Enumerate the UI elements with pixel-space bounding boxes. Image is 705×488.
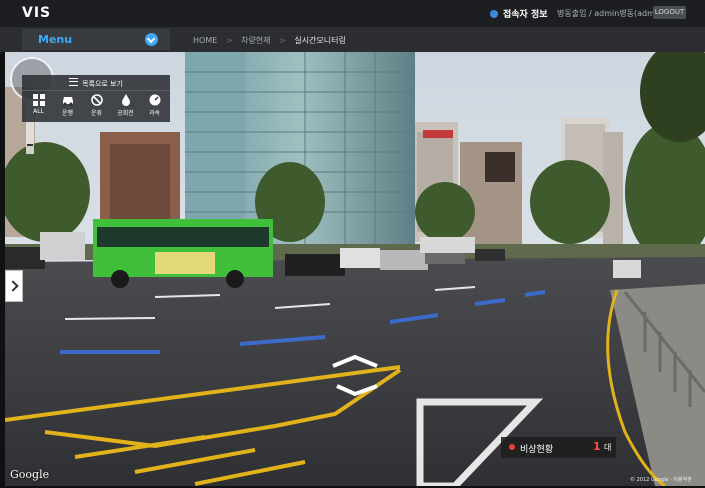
breadcrumb-separator: >: [225, 36, 233, 45]
filter-speeding-button[interactable]: 과속: [140, 94, 169, 121]
breadcrumb: HOME > 차량현재 > 실시간모니터링: [193, 35, 352, 46]
logout-button[interactable]: LOGOUT: [653, 6, 686, 19]
user-info-button[interactable]: 접속자 정보: [490, 7, 548, 20]
breadcrumb-separator: >: [279, 36, 286, 45]
user-icon: [490, 10, 498, 18]
nav-bar: Menu HOME > 차량현재 > 실시간모니터링: [0, 27, 705, 52]
menu-label: Menu: [38, 33, 73, 46]
breadcrumb-vehicle[interactable]: 차량현재: [241, 36, 270, 45]
alert-dot-icon: [509, 444, 515, 450]
left-panel-toggle[interactable]: [5, 270, 23, 302]
list-view-label: 목록으로 보기: [82, 80, 123, 88]
drop-icon: [121, 94, 130, 106]
top-bar: VIS 접속자 정보 병동출입 / admin병동(admin5) LOGOUT: [0, 0, 705, 27]
emergency-unit: 대: [604, 443, 612, 452]
filter-idle-button[interactable]: 운휴: [82, 94, 111, 121]
filter-idling-label: 공회전: [117, 110, 134, 117]
filter-all-button[interactable]: ALL: [24, 94, 53, 121]
map-copyright[interactable]: © 2012 Google · 이용약관: [630, 476, 692, 483]
filter-panel: 목록으로 보기 ALL 운행 운휴 공회전 과속: [22, 75, 170, 122]
app-logo[interactable]: VIS: [22, 5, 51, 21]
list-view-toggle[interactable]: 목록으로 보기: [22, 78, 170, 89]
breadcrumb-current: 실시간모니터링: [294, 36, 346, 45]
car-icon: [62, 97, 73, 106]
panel-divider: [22, 90, 170, 91]
emergency-count: 1: [593, 440, 601, 453]
menu-button[interactable]: Menu: [22, 29, 170, 50]
filter-all-label: ALL: [33, 108, 44, 115]
filter-speeding-label: 과속: [148, 110, 161, 117]
filter-driving-button[interactable]: 운행: [53, 94, 82, 121]
filter-idle-label: 운휴: [90, 110, 103, 117]
grid-icon: [32, 94, 45, 106]
filter-driving-label: 운행: [61, 110, 74, 117]
breadcrumb-home[interactable]: HOME: [193, 36, 217, 45]
no-entry-icon: [90, 94, 103, 106]
emergency-label: 비상현황: [520, 445, 554, 455]
google-logo: Google: [10, 468, 50, 481]
user-info-label: 접속자 정보: [503, 10, 548, 20]
speedometer-icon: [149, 94, 160, 106]
list-icon: [69, 78, 79, 86]
chevron-down-icon: [145, 33, 158, 46]
emergency-status-badge[interactable]: 비상현황 1 대: [501, 437, 616, 458]
filter-idling-button[interactable]: 공회전: [111, 94, 140, 121]
